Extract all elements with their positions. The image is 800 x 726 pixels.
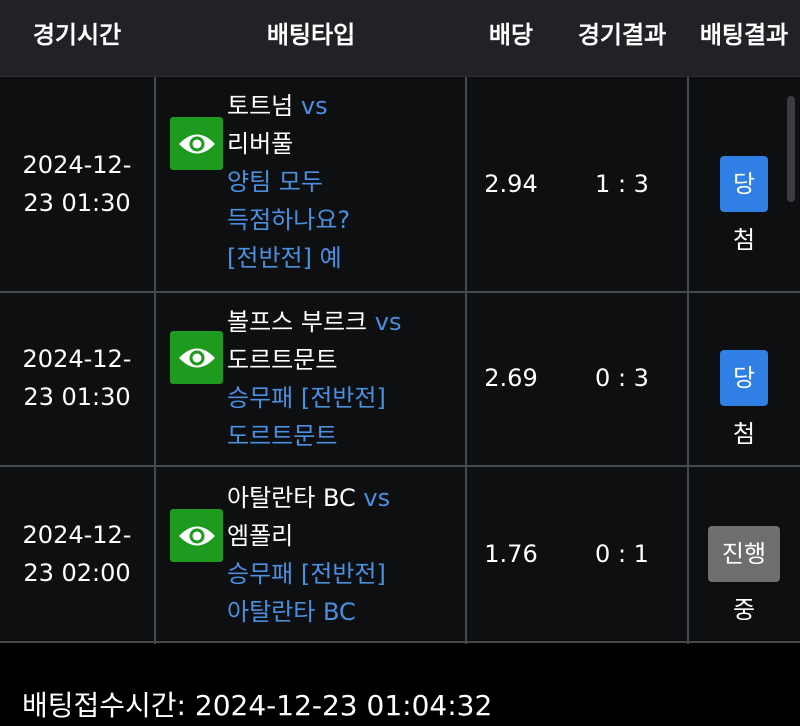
game-time: 2024-12- 23 01:30 (0, 291, 154, 465)
header-game-result: 경기결과 (577, 21, 667, 49)
vs-label: vs (363, 484, 391, 512)
status-badge: 당첨 (720, 156, 768, 254)
column-divider (154, 77, 156, 644)
column-divider (687, 77, 689, 644)
header-odds: 배당 (488, 21, 534, 49)
table-header: 경기시간 배팅타입 배당 경기결과 배팅결과 (0, 0, 800, 77)
eye-icon (178, 348, 215, 367)
table-row: 2024-12- 23 01:30 토트넘 vs 리버풀 양팀 모두 득점하나요… (0, 77, 800, 293)
eye-icon (178, 526, 215, 545)
market-selection: 아탈란타 BC (227, 598, 356, 626)
bet-info: 아탈란타 BC vs 엠폴리 승무패 [전반전] 아탈란타 BC (227, 479, 390, 631)
game-time-clock: 23 02:00 (23, 559, 131, 587)
bet-result: 당첨 (688, 77, 800, 291)
table-row: 2024-12- 23 01:30 볼프스 부르크 vs 도르트문트 승무패 [… (0, 291, 800, 467)
bet-result: 당첨 (688, 291, 800, 465)
bet-received-time: 배팅접수시간: 2024-12-23 01:04:32 (22, 689, 493, 722)
bet-table: 2024-12- 23 01:30 토트넘 vs 리버풀 양팀 모두 득점하나요… (0, 77, 800, 643)
market-line: 득점하나요? (227, 206, 351, 234)
odds-value: 2.94 (484, 170, 538, 198)
away-team: 리버풀 (227, 130, 294, 158)
view-bet-button[interactable] (170, 331, 223, 384)
header-game-time: 경기시간 (32, 21, 122, 49)
status-badge: 당첨 (720, 350, 768, 448)
odds-value: 1.76 (484, 540, 538, 568)
vs-label: vs (300, 92, 328, 120)
game-time-date: 2024-12- (22, 151, 132, 179)
bet-result: 진행중 (688, 467, 800, 641)
view-bet-button[interactable] (170, 117, 223, 170)
game-time-clock: 23 01:30 (23, 383, 131, 411)
away-team: 엠폴리 (227, 522, 294, 550)
eye-icon (178, 134, 215, 153)
bet-info: 볼프스 부르크 vs 도르트문트 승무패 [전반전] 도르트문트 (227, 303, 401, 455)
vs-label: vs (374, 308, 402, 336)
game-time-clock: 23 01:30 (23, 189, 131, 217)
game-time: 2024-12- 23 02:00 (0, 467, 154, 641)
header-bet-type: 배팅타입 (266, 21, 356, 49)
game-score: 1 : 3 (595, 170, 649, 198)
bet-info: 토트넘 vs 리버풀 양팀 모두 득점하나요? [전반전] 예 (227, 87, 350, 277)
game-score: 0 : 3 (595, 364, 649, 392)
header-bet-result: 배팅결과 (699, 21, 789, 49)
home-team: 토트넘 (227, 92, 294, 120)
odds-value: 2.69 (484, 364, 538, 392)
column-divider (465, 77, 467, 644)
view-bet-button[interactable] (170, 509, 223, 562)
market-line: 승무패 [전반전] (227, 560, 386, 588)
scrollbar[interactable] (787, 96, 795, 202)
game-score: 0 : 1 (595, 540, 649, 568)
home-team: 볼프스 부르크 (227, 308, 368, 336)
game-time: 2024-12- 23 01:30 (0, 77, 154, 291)
status-badge: 진행중 (708, 526, 780, 624)
home-team: 아탈란타 BC (227, 484, 356, 512)
game-time-date: 2024-12- (22, 521, 132, 549)
market-line: 승무패 [전반전] (227, 384, 386, 412)
away-team: 도르트문트 (227, 346, 338, 374)
market-selection: [전반전] 예 (227, 244, 342, 272)
table-row: 2024-12- 23 02:00 아탈란타 BC vs 엠폴리 승무패 [전반… (0, 467, 800, 643)
market-line: 양팀 모두 (227, 168, 323, 196)
game-time-date: 2024-12- (22, 345, 132, 373)
market-selection: 도르트문트 (227, 422, 338, 450)
